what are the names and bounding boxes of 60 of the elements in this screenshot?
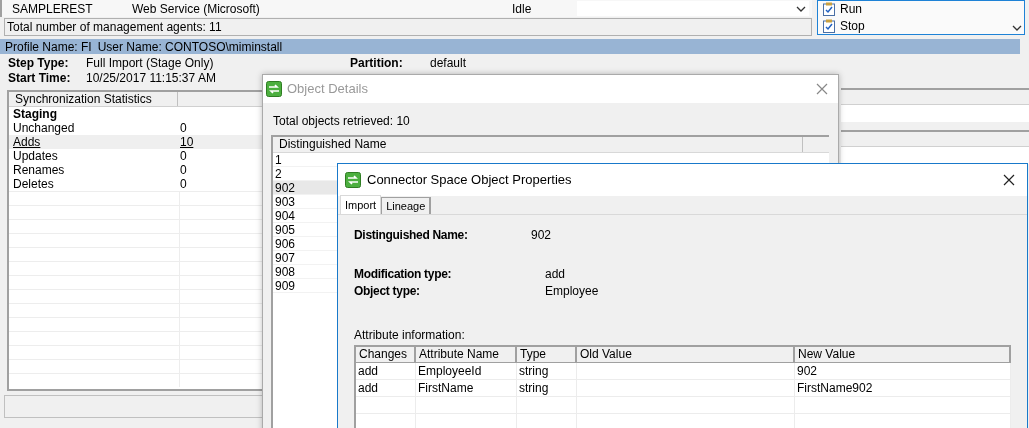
arrows-icon — [345, 172, 361, 188]
statistic-value: 0 — [180, 121, 187, 135]
table-cell: FirstName902 — [795, 379, 1011, 397]
table-cell: 902 — [795, 362, 1011, 380]
detail-label: Step Type: — [8, 56, 70, 70]
column-header: Type — [517, 347, 577, 362]
field-label: Modification type: — [354, 267, 453, 283]
chevron-down-icon — [796, 5, 806, 12]
statistic-value: 0 — [180, 163, 187, 177]
field-value: Employee — [544, 284, 600, 300]
column-header: Old Value — [577, 347, 795, 362]
column-header: Synchronization Statistics — [9, 92, 178, 106]
statistic-label: Deletes — [12, 177, 54, 191]
field-value: 902 — [531, 228, 553, 244]
status-bar: Total number of management agents: 11 — [4, 18, 812, 36]
table-cell: add — [356, 379, 416, 397]
table-cell-text: SAMPLEREST — [11, 1, 94, 16]
column-header: Attribute Name — [416, 347, 517, 362]
table-cell-text: Web Service (Microsoft) — [132, 1, 261, 16]
summary-text: Total objects retrieved: 10 — [273, 114, 411, 128]
table-cell-text: Idle — [511, 1, 533, 16]
window-title: Connector Space Object Properties — [367, 173, 573, 187]
group-label: Staging — [12, 107, 58, 121]
close-button[interactable] — [1001, 172, 1017, 188]
close-icon — [816, 83, 828, 95]
statistic-label: Updates — [12, 149, 58, 163]
action-item[interactable]: Stop — [818, 17, 1024, 34]
detail-label: Partition: — [350, 56, 404, 70]
statistic-value: 0 — [180, 149, 187, 163]
statistic-value: 0 — [180, 177, 187, 191]
statistic-label: Unchanged — [12, 121, 75, 135]
detail-label: Start Time: — [8, 71, 72, 85]
table-cell: string — [517, 379, 577, 397]
statistic-link[interactable]: 10 — [180, 135, 194, 149]
detail-value: default — [430, 56, 468, 70]
column-header: New Value — [795, 347, 1011, 362]
window-title: Object Details — [287, 82, 369, 96]
statistic-label: Renames — [12, 163, 65, 177]
field-label: Object type: — [354, 284, 421, 300]
detail-value: Full Import (Stage Only) — [86, 56, 215, 70]
section-label: Attribute information: — [354, 328, 466, 342]
table-cell: FirstName — [416, 379, 517, 397]
statistic-link[interactable]: Adds — [9, 135, 41, 149]
column-header: Distinguished Name — [273, 137, 803, 152]
profile-name: Profile Name: FI — [5, 39, 92, 54]
table-cell: EmployeeId — [416, 362, 517, 380]
close-icon — [1003, 174, 1015, 186]
tab[interactable]: Lineage — [381, 197, 432, 214]
user-name: User Name: CONTOSO\miminstall — [97, 39, 283, 54]
field-value: add — [544, 267, 567, 283]
action-item[interactable]: Run — [818, 1, 1024, 18]
table-cell: add — [356, 362, 416, 380]
dropdown-field[interactable] — [577, 1, 809, 16]
column-header: Changes — [356, 347, 416, 362]
chevron-down-icon — [1012, 25, 1022, 31]
table-cell: string — [517, 362, 577, 380]
tab[interactable]: Import — [340, 195, 382, 214]
detail-value: 10/25/2017 11:15:37 AM — [86, 71, 217, 85]
field-label: Distinguished Name: — [354, 228, 469, 244]
arrows-icon — [266, 81, 282, 97]
